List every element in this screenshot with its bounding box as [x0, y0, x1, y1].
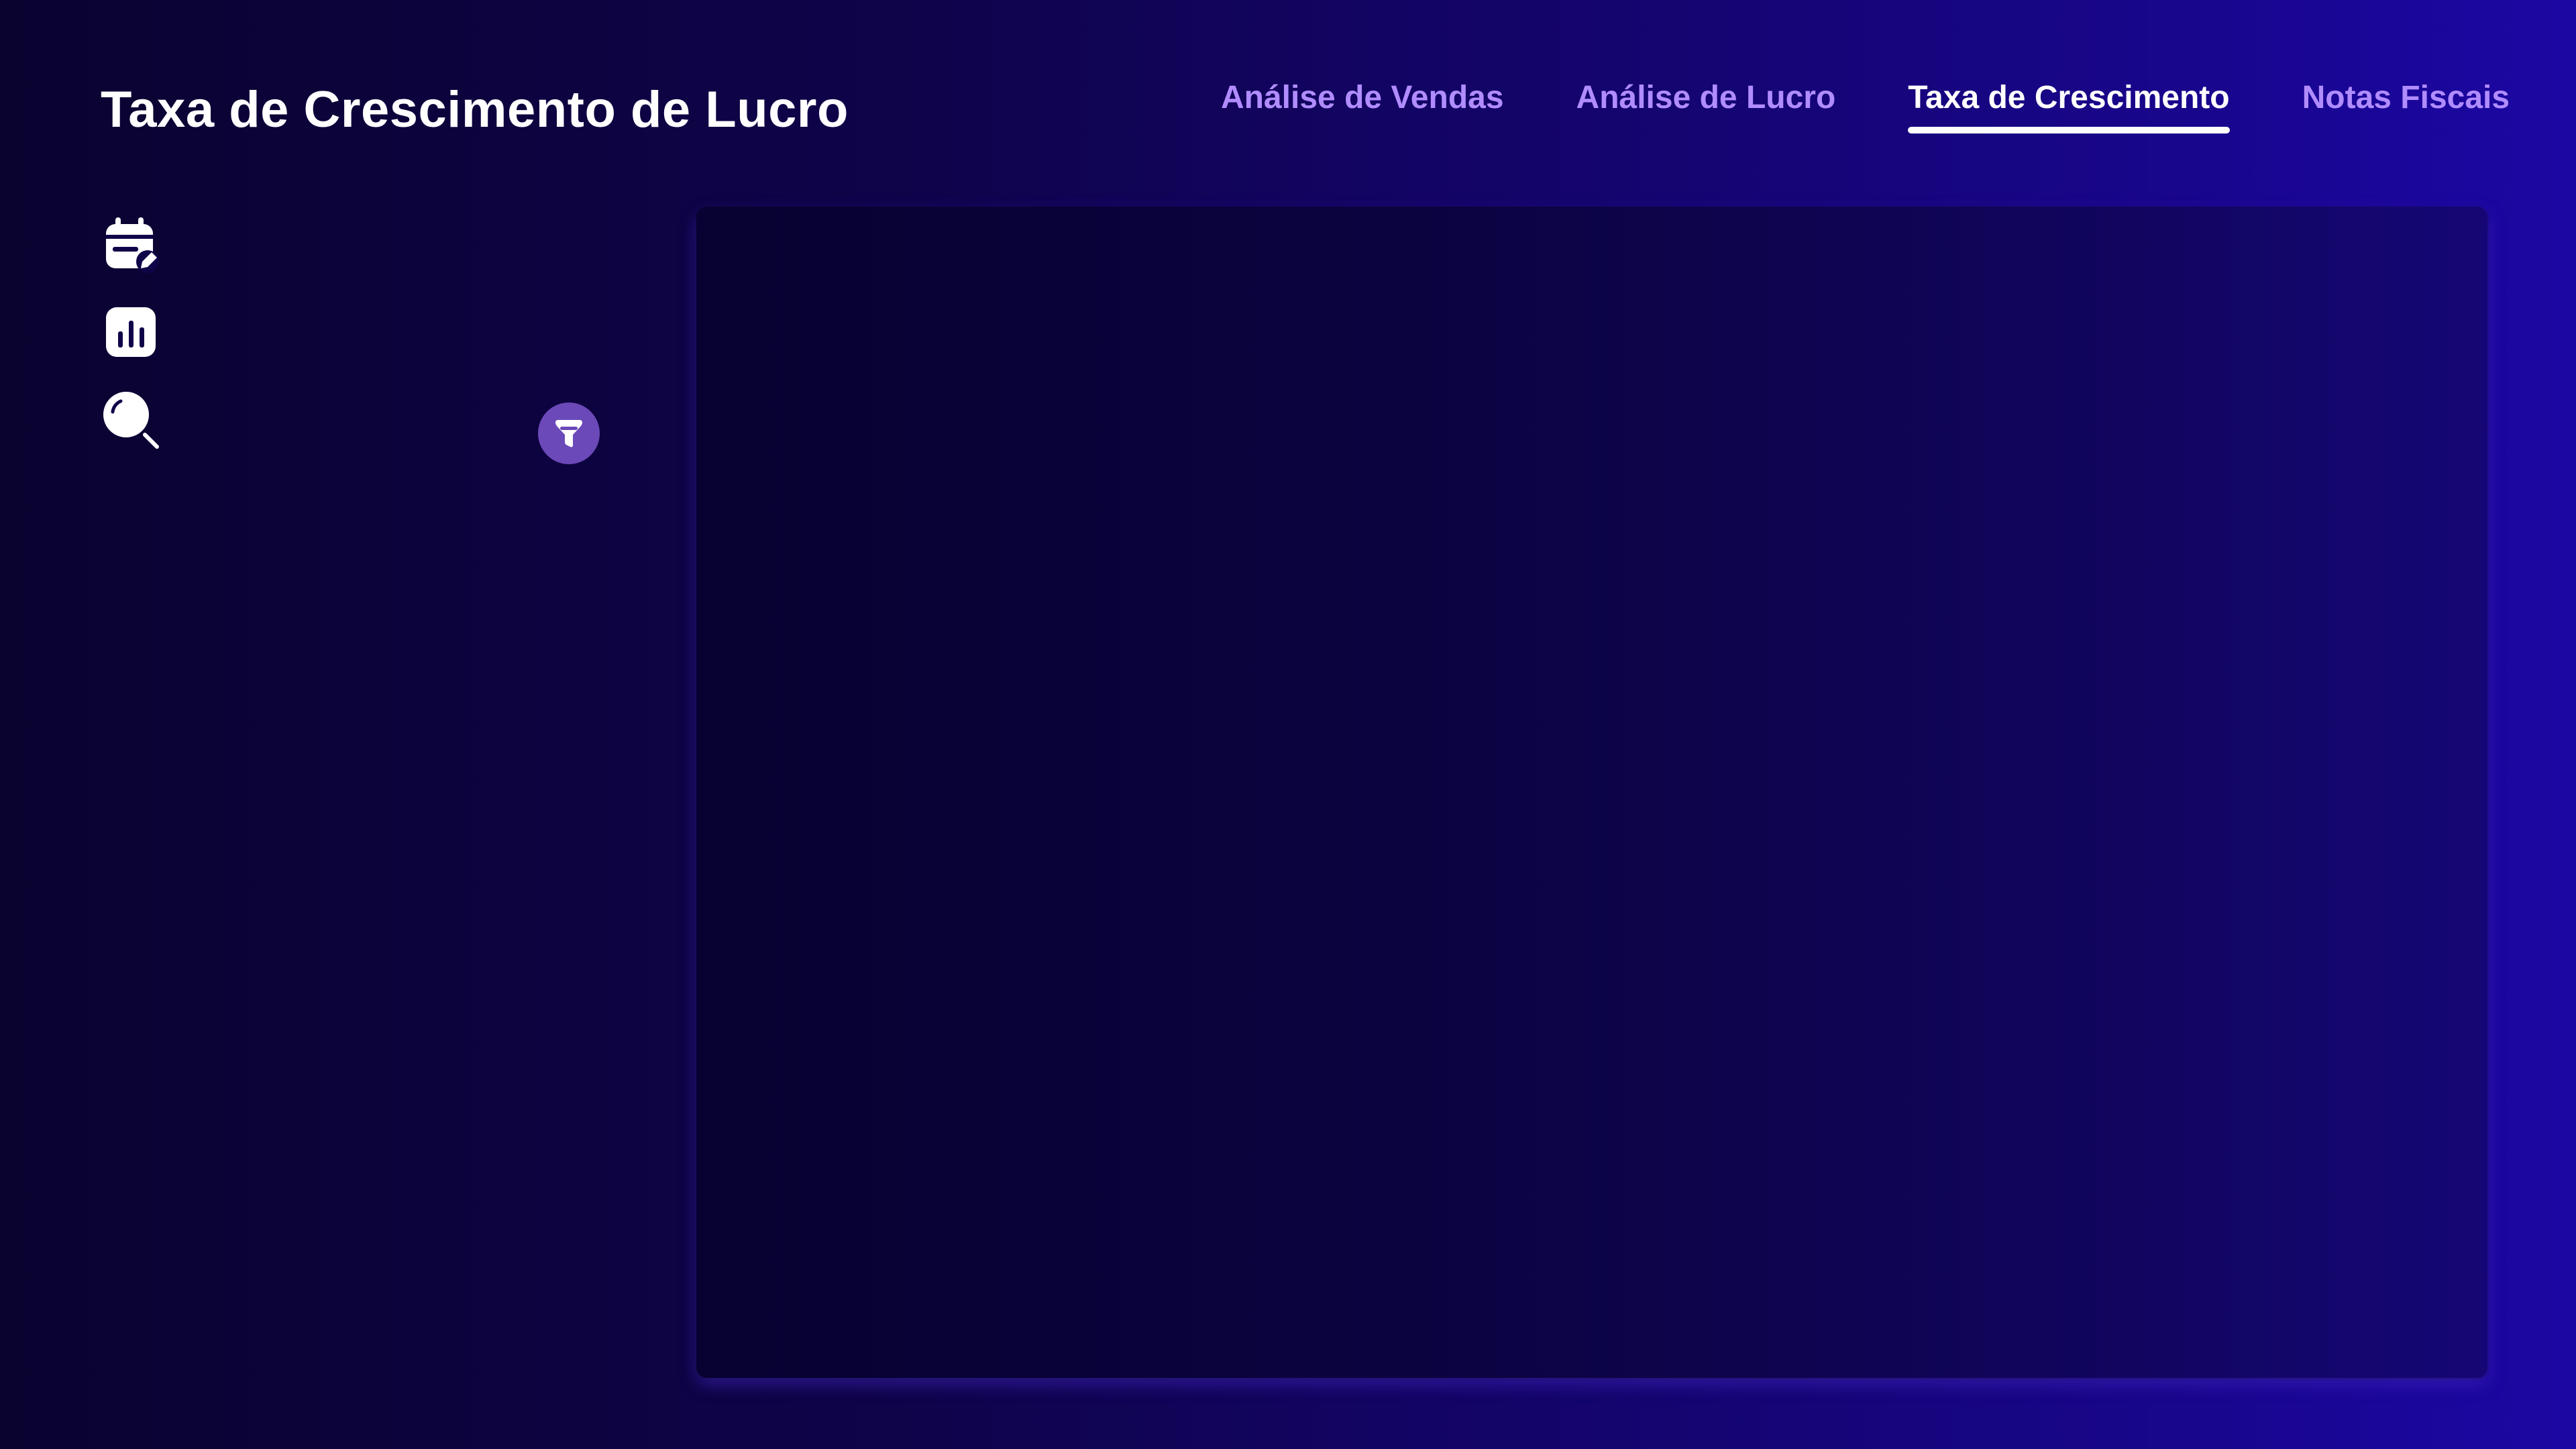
tab-taxa-de-crescimento[interactable]: Taxa de Crescimento [1908, 79, 2230, 133]
bar-chart-icon[interactable] [101, 302, 161, 362]
tab-analise-de-vendas[interactable]: Análise de Vendas [1221, 79, 1504, 133]
calendar-edit-icon[interactable] [101, 215, 161, 275]
main-content-panel [696, 207, 2487, 1378]
tab-analise-de-lucro[interactable]: Análise de Lucro [1576, 79, 1836, 133]
tab-notas-fiscais[interactable]: Notas Fiscais [2302, 79, 2510, 133]
filter-icon [555, 420, 582, 447]
page-title: Taxa de Crescimento de Lucro [101, 81, 849, 138]
search-icon[interactable] [101, 389, 161, 449]
top-nav-tabs: Análise de Vendas Análise de Lucro Taxa … [1221, 79, 2510, 133]
filter-button[interactable] [538, 402, 600, 464]
